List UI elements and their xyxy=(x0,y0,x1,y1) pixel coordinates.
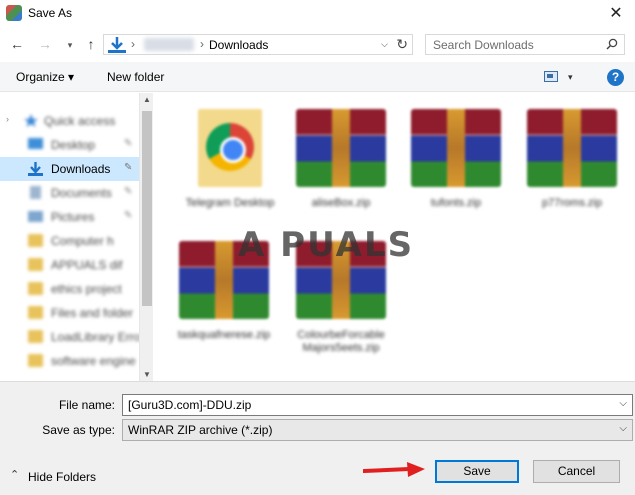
documents-icon xyxy=(28,186,43,199)
help-icon[interactable]: ? xyxy=(607,69,624,86)
expand-chevron-icon[interactable]: › xyxy=(6,114,9,124)
save-button[interactable]: Save xyxy=(435,460,519,483)
address-separator: › xyxy=(200,37,204,51)
save-options-panel: File name: [Guru3D.com]-DDU.zip ⌵ Save a… xyxy=(0,381,635,495)
folder-icon xyxy=(28,258,43,271)
file-name-label: File name: xyxy=(58,398,115,412)
winrar-archive-icon xyxy=(527,109,617,187)
sidebar-item-folder[interactable]: LoadLibrary Erro xyxy=(0,325,141,349)
save-type-value[interactable]: WinRAR ZIP archive (*.zip) xyxy=(128,423,272,437)
winrar-archive-icon xyxy=(411,109,501,187)
pin-icon[interactable]: ✎ xyxy=(124,210,132,221)
hide-folders-chevron-icon[interactable]: ⌃ xyxy=(10,468,19,481)
pictures-icon xyxy=(28,210,43,223)
back-arrow-icon[interactable]: ← xyxy=(8,36,26,52)
address-blurred-segment[interactable] xyxy=(144,38,194,51)
view-options-chevron-icon[interactable]: ▾ xyxy=(568,72,573,83)
pin-icon[interactable]: ✎ xyxy=(124,162,132,173)
chrome-shortcut-icon xyxy=(198,109,262,187)
sidebar-item-label: Files and folder xyxy=(51,306,134,320)
scroll-down-icon[interactable]: ▼ xyxy=(140,370,154,379)
title-bar: Save As ✕ xyxy=(0,0,635,27)
download-arrow-icon xyxy=(28,162,43,176)
address-separator: › xyxy=(131,37,135,51)
star-icon xyxy=(24,114,39,127)
hide-folders-button[interactable]: Hide Folders xyxy=(28,470,96,484)
downloads-folder-icon xyxy=(108,37,126,53)
up-arrow-icon[interactable]: ↑ xyxy=(82,36,100,52)
refresh-icon[interactable]: ↻ xyxy=(396,36,408,53)
sidebar-item-documents[interactable]: Documents ✎ xyxy=(0,181,139,205)
sidebar-item-folder[interactable]: software engine xyxy=(0,349,139,373)
sidebar-item-label: Pictures xyxy=(51,210,95,224)
pin-icon[interactable]: ✎ xyxy=(124,186,132,197)
sidebar-item-label: software engine xyxy=(51,354,136,368)
file-item[interactable]: tufonts.zip xyxy=(406,97,506,227)
scroll-up-icon[interactable]: ▲ xyxy=(140,95,154,104)
sidebar-item-label: Downloads xyxy=(51,162,111,176)
sidebar-item-desktop[interactable]: Desktop ✎ xyxy=(0,133,139,157)
file-item[interactable]: p77roms.zip xyxy=(522,97,622,227)
file-name: tufonts.zip xyxy=(430,197,482,209)
change-view-icon[interactable] xyxy=(544,71,558,82)
save-type-label: Save as type: xyxy=(42,423,115,437)
file-name: ColourbeForcable Majors5eets.zip xyxy=(297,329,385,354)
sidebar-item-folder[interactable]: ethics project xyxy=(0,277,139,301)
appuals-watermark: A PUALS xyxy=(238,225,415,265)
folder-icon xyxy=(28,354,43,367)
new-folder-button[interactable]: New folder xyxy=(107,70,164,84)
cancel-button[interactable]: Cancel xyxy=(533,460,620,483)
sidebar-item-pictures[interactable]: Pictures ✎ xyxy=(0,205,139,229)
address-dropdown-chevron-icon[interactable]: ⌵ xyxy=(381,39,388,50)
file-name-value[interactable]: [Guru3D.com]-DDU.zip xyxy=(128,398,251,412)
search-input[interactable]: Search Downloads xyxy=(433,38,534,52)
sidebar-item-label: ethics project xyxy=(51,282,122,296)
desktop-icon xyxy=(28,138,43,151)
sidebar-item-label: APPUALS dif xyxy=(51,258,123,272)
sidebar-item-label: Documents xyxy=(51,186,112,200)
file-item[interactable]: aliseBox.zip xyxy=(291,97,391,227)
save-type-dropdown-chevron-icon[interactable]: ⌵ xyxy=(619,423,627,434)
winrar-archive-icon xyxy=(296,109,386,187)
sidebar-item-folder[interactable]: APPUALS dif xyxy=(0,253,139,277)
file-name-dropdown-chevron-icon[interactable]: ⌵ xyxy=(619,398,627,409)
sidebar-item-folder[interactable]: Files and folder xyxy=(0,301,139,325)
organize-button[interactable]: Organize ▾ xyxy=(16,70,74,84)
command-toolbar: Organize ▾ New folder ▾ ? xyxy=(0,62,635,92)
folder-icon xyxy=(28,306,43,319)
folder-icon xyxy=(28,330,43,343)
save-type-select[interactable]: WinRAR ZIP archive (*.zip) ⌵ xyxy=(122,419,633,441)
sidebar-item-label: Quick access xyxy=(44,114,116,128)
search-box[interactable]: Search Downloads xyxy=(425,34,625,55)
file-name: Telegram Desktop xyxy=(185,197,275,209)
sidebar-item-label: Computer h xyxy=(51,234,114,248)
navigation-pane: › Quick access Desktop ✎ Downloads ✎ Doc… xyxy=(0,93,153,381)
address-current-folder[interactable]: Downloads xyxy=(209,38,268,52)
winrar-app-icon xyxy=(6,5,22,21)
sidebar-scrollbar[interactable]: ▲ ▼ xyxy=(139,93,153,381)
file-item[interactable]: Telegram Desktop xyxy=(180,97,280,227)
window-title: Save As xyxy=(28,6,73,20)
sidebar-item-folder[interactable]: Computer h xyxy=(0,229,139,253)
sidebar-item-downloads[interactable]: Downloads ✎ xyxy=(0,157,139,181)
file-name: p77roms.zip xyxy=(542,197,602,209)
folder-icon xyxy=(28,234,43,247)
scrollbar-thumb[interactable] xyxy=(142,111,152,306)
sidebar-item-label: Desktop xyxy=(51,138,96,152)
folder-icon xyxy=(28,282,43,295)
recent-locations-chevron-icon[interactable]: ▾ xyxy=(61,40,79,51)
file-name: taskquafnerese.zip xyxy=(177,329,271,341)
address-bar[interactable]: › › Downloads ⌵ ↻ xyxy=(103,34,413,55)
pin-icon[interactable]: ✎ xyxy=(124,138,132,149)
search-icon[interactable] xyxy=(606,38,618,53)
close-button[interactable]: ✕ xyxy=(597,0,635,27)
file-name-input[interactable]: [Guru3D.com]-DDU.zip ⌵ xyxy=(122,394,633,416)
file-name: aliseBox.zip xyxy=(311,197,371,209)
annotation-arrow-icon xyxy=(363,462,425,477)
forward-arrow-icon[interactable]: → xyxy=(36,36,54,52)
sidebar-item-label: LoadLibrary Erro xyxy=(51,330,141,344)
sidebar-item-quick-access[interactable]: › Quick access xyxy=(0,109,139,133)
